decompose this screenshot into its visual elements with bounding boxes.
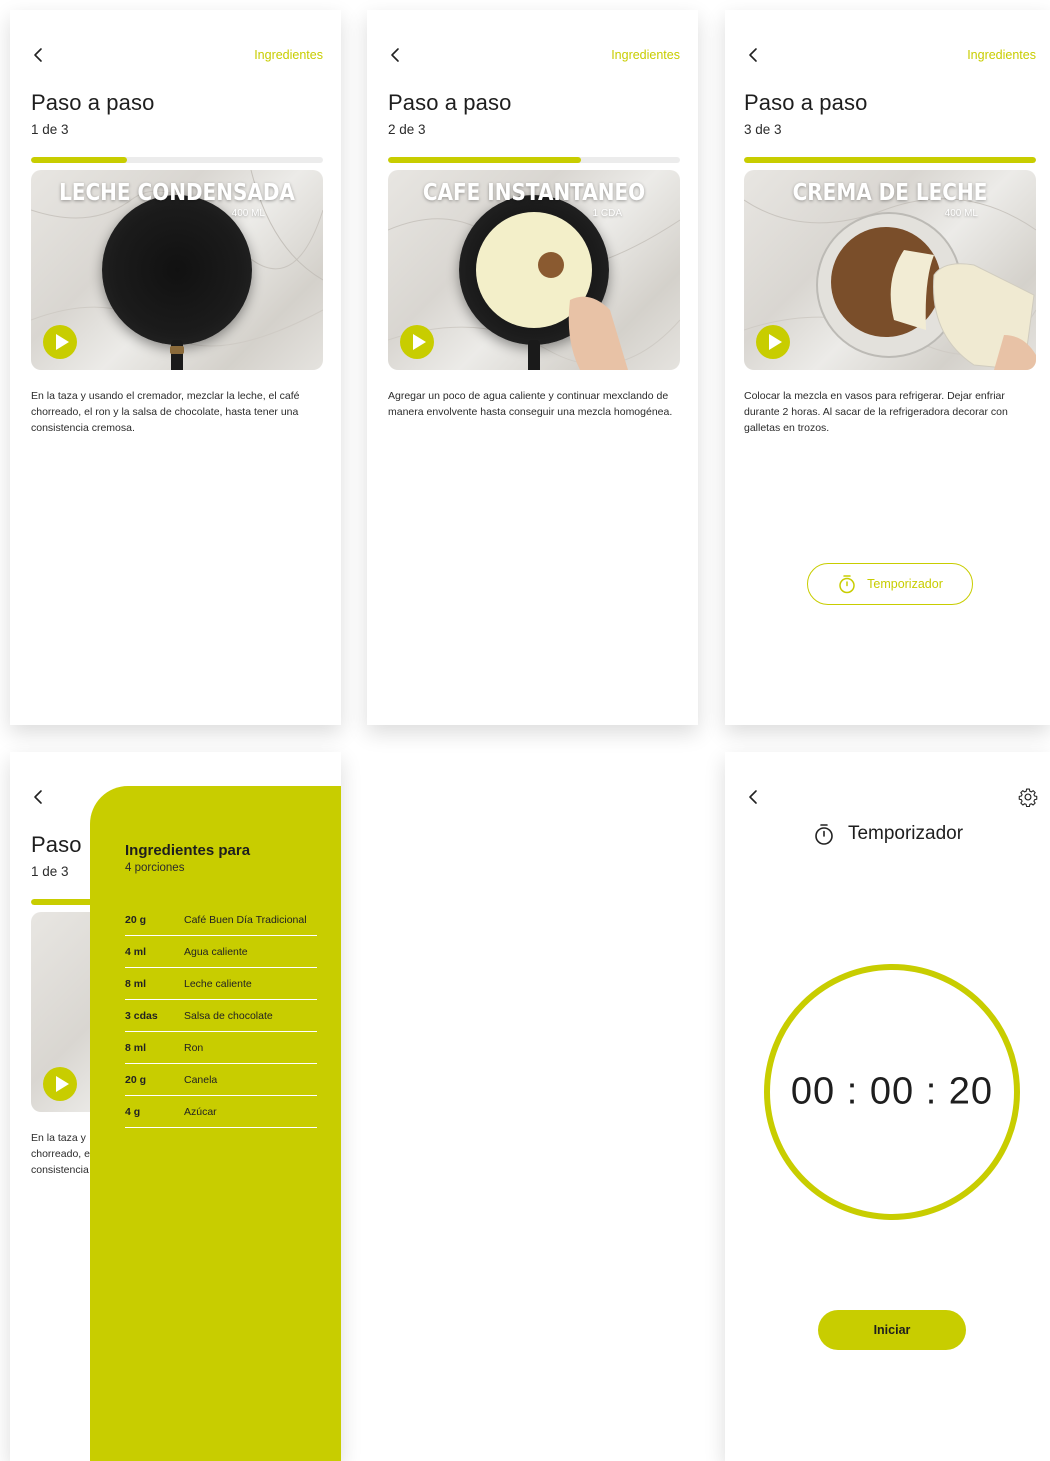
panel-servings: 4 porciones (125, 862, 185, 874)
ingredients-link[interactable]: Ingredientes (254, 48, 323, 62)
start-button[interactable]: Iniciar (818, 1310, 966, 1350)
timer-display[interactable]: 00 : 00 : 20 (770, 1071, 1014, 1114)
play-icon[interactable] (756, 325, 790, 359)
back-arrow-icon[interactable] (745, 46, 763, 64)
play-icon[interactable] (43, 1067, 77, 1101)
ingredient-qty: 4 g (125, 1105, 141, 1118)
video-overlay-sub: 400 ML (231, 208, 265, 219)
timer-screen: Temporizador 00 : 00 : 20 Iniciar (725, 752, 1050, 1461)
back-arrow-icon[interactable] (30, 788, 48, 806)
timer-ring: 00 : 00 : 20 (764, 964, 1020, 1220)
ingredient-qty: 8 ml (125, 1041, 147, 1054)
ingredient-name: Café Buen Día Tradicional (184, 913, 307, 926)
step-counter: 3 de 3 (744, 122, 782, 137)
ingredient-name: Leche caliente (184, 977, 252, 990)
step-screen-2: Ingredientes Paso a paso 2 de 3 CAFE INS… (367, 10, 698, 725)
video-overlay-title: CAFE INSTANTANEO (422, 178, 646, 206)
ingredients-screen: Paso 1 de 3 En la taza y chorreado, e co… (10, 752, 341, 1461)
step-counter: 1 de 3 (31, 864, 69, 879)
page-title: Paso (31, 832, 82, 857)
list-item: 4 ml Agua caliente (125, 936, 317, 968)
video-overlay-sub: 1 CDA (592, 208, 622, 219)
ingredient-qty: 20 g (125, 913, 147, 926)
list-item: 20 g Café Buen Día Tradicional (125, 904, 317, 936)
step-counter: 2 de 3 (388, 122, 426, 137)
ingredient-name: Salsa de chocolate (184, 1009, 273, 1022)
list-item: 3 cdas Salsa de chocolate (125, 1000, 317, 1032)
ingredient-qty: 3 cdas (125, 1009, 158, 1022)
progress-bar (31, 157, 323, 163)
ingredient-qty: 20 g (125, 1073, 147, 1086)
play-icon[interactable] (43, 325, 77, 359)
step-description: Colocar la mezcla en vasos para refriger… (744, 390, 1008, 434)
step-screen-3: Ingredientes Paso a paso 3 de 3 CREMA DE… (725, 10, 1050, 725)
ingredient-qty: 4 ml (125, 945, 147, 958)
back-arrow-icon[interactable] (387, 46, 405, 64)
list-item: 20 g Canela (125, 1064, 317, 1096)
timer-button-label: Temporizador (867, 577, 943, 591)
ingredients-link[interactable]: Ingredientes (967, 48, 1036, 62)
stopwatch-icon (839, 575, 855, 594)
pan-handle (171, 340, 183, 370)
timer-title: Temporizador (847, 823, 964, 844)
step-screen-1: Ingredientes Paso a paso 1 de 3 LECHE CO… (10, 10, 341, 725)
step-description: Agregar un poco de agua caliente y conti… (388, 390, 673, 418)
progress-bar (744, 157, 1036, 163)
pan-handle-ring (170, 346, 184, 354)
pan-image (102, 195, 252, 345)
gear-icon[interactable] (1018, 787, 1038, 808)
ingredients-link[interactable]: Ingredientes (611, 48, 680, 62)
list-item: 8 ml Leche caliente (125, 968, 317, 1000)
timer-button[interactable]: Temporizador (807, 563, 973, 605)
progress-fill (31, 157, 128, 163)
video-overlay-title: CREMA DE LECHE (792, 178, 988, 206)
step-video[interactable]: CAFE INSTANTANEO 1 CDA (388, 170, 680, 370)
page-title: Paso a paso (388, 90, 512, 115)
back-arrow-icon[interactable] (30, 46, 48, 64)
timer-title-row: Temporizador (725, 822, 1050, 846)
progress-fill (388, 157, 581, 163)
pitcher-image (933, 263, 1036, 370)
hand-image (568, 296, 628, 370)
stopwatch-icon (815, 824, 833, 845)
video-overlay-title: LECHE CONDENSADA (59, 178, 295, 206)
pan-handle (528, 340, 540, 370)
panel-title: Ingredientes para (125, 842, 251, 859)
list-item: 4 g Azúcar (125, 1096, 317, 1128)
ingredient-name: Ron (184, 1041, 204, 1054)
step-video[interactable]: CREMA DE LECHE 400 ML (744, 170, 1036, 370)
step-video[interactable]: LECHE CONDENSADA 400 ML (31, 170, 323, 370)
step-counter: 1 de 3 (31, 122, 69, 137)
video-overlay-sub: 400 ML (944, 208, 978, 219)
ingredient-name: Azúcar (184, 1105, 217, 1118)
page-title: Paso a paso (31, 90, 155, 115)
ingredient-name: Agua caliente (184, 945, 248, 958)
step-description: En la taza y usando el cremador, mezclar… (31, 390, 300, 434)
ingredients-list: 20 g Café Buen Día Tradicional 4 ml Agua c… (125, 904, 317, 1128)
play-icon[interactable] (400, 325, 434, 359)
progress-fill (744, 157, 1036, 163)
ingredients-panel: Ingredientes para 4 porciones 20 g Café B… (90, 786, 341, 1461)
ingredient-name: Canela (184, 1073, 218, 1086)
list-item: 8 ml Ron (125, 1032, 317, 1064)
page-title: Paso a paso (744, 90, 868, 115)
progress-bar (388, 157, 680, 163)
back-arrow-icon[interactable] (745, 788, 763, 806)
ingredient-qty: 8 ml (125, 977, 147, 990)
